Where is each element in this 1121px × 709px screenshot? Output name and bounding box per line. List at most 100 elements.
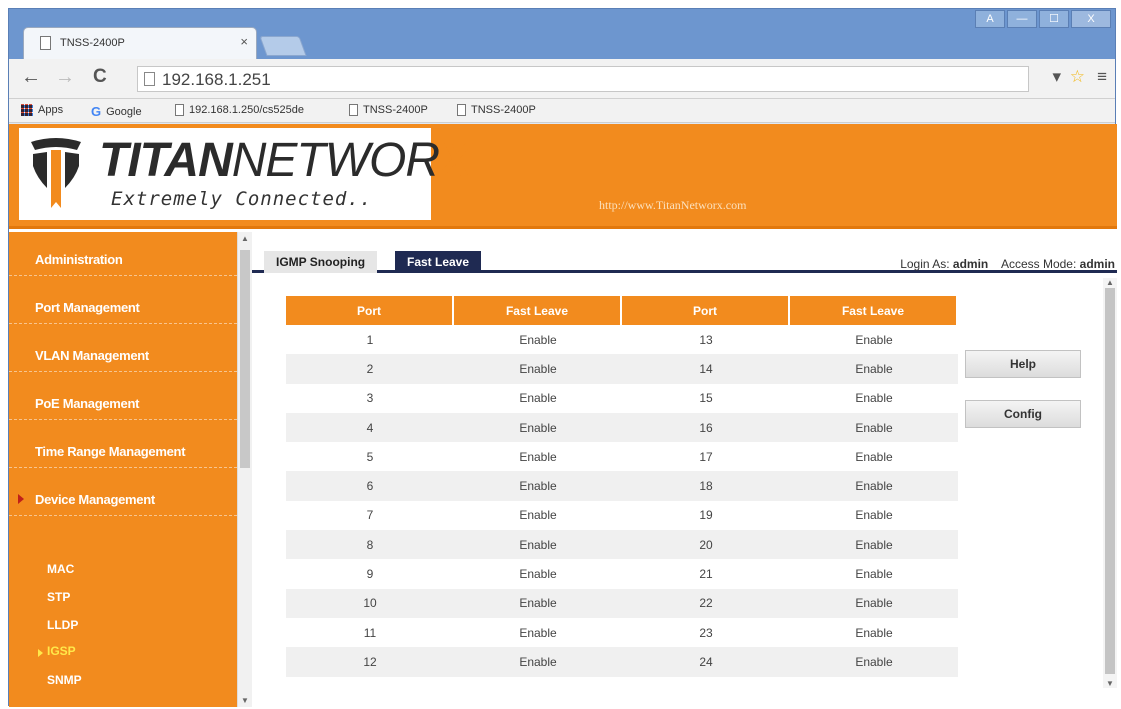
- scroll-down-icon[interactable]: ▼: [241, 696, 249, 705]
- title-bar: TNSS-2400P × A — ☐ X: [9, 9, 1115, 59]
- port-cell: 19: [699, 508, 713, 523]
- port-cell: 21: [699, 567, 713, 582]
- sidebar-item-time-range-management[interactable]: Time Range Management: [9, 424, 237, 468]
- logo-wordmark: TITANNETWORX: [99, 134, 471, 187]
- port-cell: 6: [286, 471, 454, 501]
- fast-leave-cell: Enable: [855, 508, 893, 523]
- subitem-snmp[interactable]: SNMP: [47, 673, 82, 687]
- fast-leave-cell: Enable: [855, 567, 893, 582]
- port-cell: 10: [286, 588, 454, 618]
- port-cell: 3: [366, 391, 374, 406]
- fast-leave-cell: Enable: [855, 625, 893, 640]
- port-cell: 1: [366, 332, 374, 347]
- sidebar-item-administration[interactable]: Administration: [9, 232, 237, 276]
- logo-tagline: Extremely Connected..: [111, 188, 373, 210]
- menu-icon[interactable]: ≡: [1097, 67, 1107, 87]
- table-row: 2 Enable 14 Enable: [286, 354, 958, 384]
- port-cell: 15: [699, 391, 713, 406]
- subitem-mac[interactable]: MAC: [47, 562, 74, 576]
- table-row: 4 Enable 16 Enable: [286, 412, 958, 443]
- sidebar-scroll-thumb[interactable]: [240, 250, 250, 468]
- table-row: 11 Enable 23 Enable: [286, 618, 958, 647]
- bookmark-tnss-2[interactable]: TNSS-2400P: [457, 104, 536, 116]
- login-info: Login As: admin Access Mode: admin: [900, 257, 1115, 271]
- fast-leave-cell: Enable: [855, 332, 893, 347]
- sidebar-item-vlan-management[interactable]: VLAN Management: [9, 328, 237, 372]
- browser-tab[interactable]: TNSS-2400P ×: [23, 27, 257, 59]
- reload-icon[interactable]: C: [93, 67, 107, 87]
- table-header-row: Port Fast Leave Port Fast Leave: [286, 296, 958, 325]
- tab-close-icon[interactable]: ×: [240, 34, 248, 49]
- address-bar[interactable]: 192.168.1.251: [137, 66, 1029, 92]
- fast-leave-cell: Enable: [519, 391, 557, 406]
- shield-logo-icon: [31, 138, 81, 208]
- window-controls: A — ☐ X: [975, 10, 1111, 28]
- fast-leave-cell: Enable: [519, 508, 557, 523]
- fast-leave-cell: Enable: [790, 588, 958, 618]
- table-row: 12 Enable 24 Enable: [286, 647, 958, 677]
- scroll-up-icon[interactable]: ▲: [1106, 278, 1114, 287]
- port-cell: 11: [363, 625, 377, 640]
- expanded-arrow-icon: [18, 494, 24, 504]
- help-button[interactable]: Help: [965, 350, 1081, 378]
- port-cell: 22: [622, 588, 790, 618]
- close-window-button[interactable]: X: [1071, 10, 1111, 28]
- page-icon: [175, 104, 184, 116]
- port-cell: 12: [286, 647, 454, 677]
- port-cell: 16: [622, 412, 790, 443]
- profile-button[interactable]: A: [975, 10, 1005, 28]
- content-scrollbar[interactable]: ▲ ▼: [1103, 278, 1117, 688]
- port-cell: 20: [622, 530, 790, 560]
- column-header: Port: [622, 296, 790, 325]
- fast-leave-cell: Enable: [454, 471, 622, 501]
- tab-fast-leave[interactable]: Fast Leave: [395, 251, 482, 273]
- star-icon[interactable]: ☆: [1070, 67, 1085, 87]
- fast-leave-table: Port Fast Leave Port Fast Leave 1 Enable 1…: [286, 296, 958, 677]
- tab-igmp-snooping[interactable]: IGMP Snooping: [264, 251, 378, 273]
- subitem-stp[interactable]: STP: [47, 590, 70, 604]
- apps-grid-icon: [21, 104, 33, 116]
- fast-leave-cell: Enable: [454, 647, 622, 677]
- browser-toolbar: ← → C 192.168.1.251 ▾ ☆ ≡: [9, 59, 1115, 99]
- fast-leave-cell: Enable: [790, 412, 958, 443]
- sidebar-item-port-management[interactable]: Port Management: [9, 280, 237, 324]
- bookmarks-bar: Apps G Google 192.168.1.250/cs525de TNSS…: [9, 99, 1115, 123]
- subitem-igsp[interactable]: IGSP: [47, 644, 76, 658]
- tab-bar: IGMP Snooping Fast Leave Login As: admin…: [252, 242, 1117, 273]
- table-row: 3 Enable 15 Enable: [286, 384, 958, 413]
- bookmark-192-168-1-250[interactable]: 192.168.1.250/cs525de: [175, 104, 304, 116]
- column-header: Port: [286, 296, 454, 325]
- sidebar-scrollbar[interactable]: ▲ ▼: [237, 232, 252, 707]
- fast-leave-cell: Enable: [790, 530, 958, 560]
- config-button[interactable]: Config: [965, 400, 1081, 428]
- column-header: Fast Leave: [790, 296, 958, 325]
- fast-leave-cell: Enable: [519, 332, 557, 347]
- new-tab-button[interactable]: [259, 36, 307, 56]
- fast-leave-cell: Enable: [855, 391, 893, 406]
- fast-leave-cell: Enable: [790, 354, 958, 384]
- bookmark-tnss-1[interactable]: TNSS-2400P: [349, 104, 428, 116]
- back-arrow-icon[interactable]: ←: [21, 67, 41, 87]
- port-cell: 14: [622, 354, 790, 384]
- tab-title: TNSS-2400P: [60, 37, 125, 49]
- sidebar-item-device-management[interactable]: Device Management: [9, 472, 237, 516]
- minimize-button[interactable]: —: [1007, 10, 1037, 28]
- sidebar-item-poe-management[interactable]: PoE Management: [9, 376, 237, 420]
- scroll-up-icon[interactable]: ▲: [241, 234, 249, 243]
- fast-leave-cell: Enable: [454, 588, 622, 618]
- fast-leave-cell: Enable: [519, 625, 557, 640]
- extension-icon[interactable]: ▾: [1052, 67, 1061, 87]
- page-icon: [144, 72, 155, 86]
- bookmark-google[interactable]: G Google: [91, 104, 142, 119]
- scroll-down-icon[interactable]: ▼: [1106, 679, 1114, 688]
- forward-arrow-icon[interactable]: →: [55, 67, 75, 87]
- subitem-lldp[interactable]: LLDP: [47, 618, 78, 632]
- fast-leave-cell: Enable: [454, 412, 622, 443]
- table-row: 10 Enable 22 Enable: [286, 588, 958, 618]
- maximize-button[interactable]: ☐: [1039, 10, 1069, 28]
- column-header: Fast Leave: [454, 296, 622, 325]
- content-scroll-thumb[interactable]: [1105, 288, 1115, 674]
- fast-leave-cell: Enable: [454, 530, 622, 560]
- port-cell: 4: [286, 412, 454, 443]
- bookmark-apps[interactable]: Apps: [21, 104, 63, 116]
